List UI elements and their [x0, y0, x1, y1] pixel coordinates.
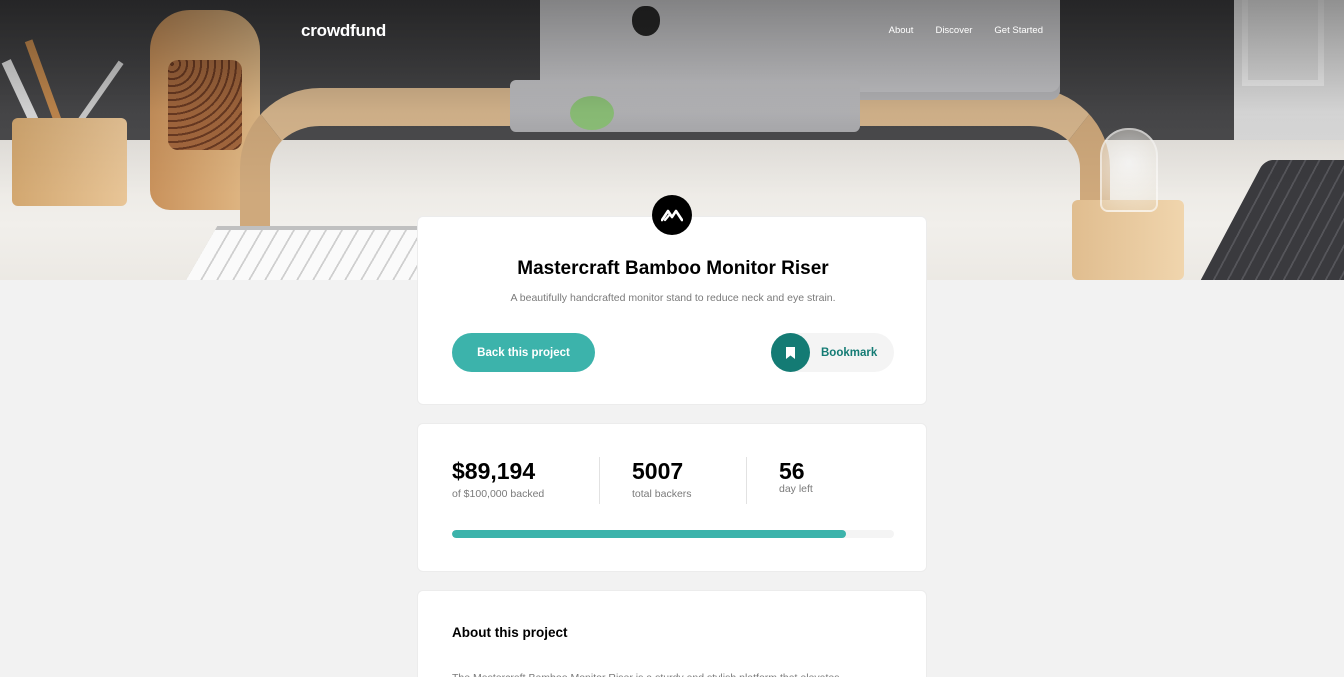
about-title: About this project [452, 625, 568, 640]
stat-days: 56 day left [779, 458, 813, 495]
bookmark-button[interactable]: Bookmark [771, 333, 894, 372]
site-logo[interactable]: crowdfund [301, 21, 386, 41]
days-label: day left [779, 483, 813, 495]
nav-link-discover[interactable]: Discover [935, 25, 972, 36]
progress-bar [452, 530, 894, 538]
stat-backers: 5007 total backers [632, 458, 692, 500]
bookmark-icon [771, 333, 810, 372]
project-card: Mastercraft Bamboo Monitor Riser A beaut… [417, 216, 927, 405]
project-title: Mastercraft Bamboo Monitor Riser [517, 258, 829, 279]
about-text: The Mastercraft Bamboo Monitor Riser is … [452, 669, 894, 677]
days-count: 56 [779, 458, 805, 484]
backed-label: of $100,000 backed [452, 488, 545, 500]
backers-label: total backers [632, 488, 692, 500]
stat-divider [746, 457, 747, 504]
stat-backed: $89,194 of $100,000 backed [452, 458, 544, 500]
back-project-button[interactable]: Back this project [452, 333, 595, 372]
stats-card: $89,194 of $100,000 backed 5007 total ba… [417, 423, 927, 572]
progress-fill [452, 530, 847, 538]
mastercraft-logo-icon [652, 195, 692, 235]
stat-divider [599, 457, 600, 504]
about-card: About this project The Mastercraft Bambo… [417, 590, 927, 677]
bookmark-label: Bookmark [821, 346, 878, 359]
backers-count: 5007 [632, 458, 684, 484]
backed-amount: $89,194 [452, 458, 536, 484]
nav-link-get-started[interactable]: Get Started [994, 25, 1043, 36]
project-description: A beautifully handcrafted monitor stand … [510, 292, 836, 304]
nav-link-about[interactable]: About [889, 25, 914, 36]
top-nav: About Discover Get Started [889, 25, 1043, 36]
